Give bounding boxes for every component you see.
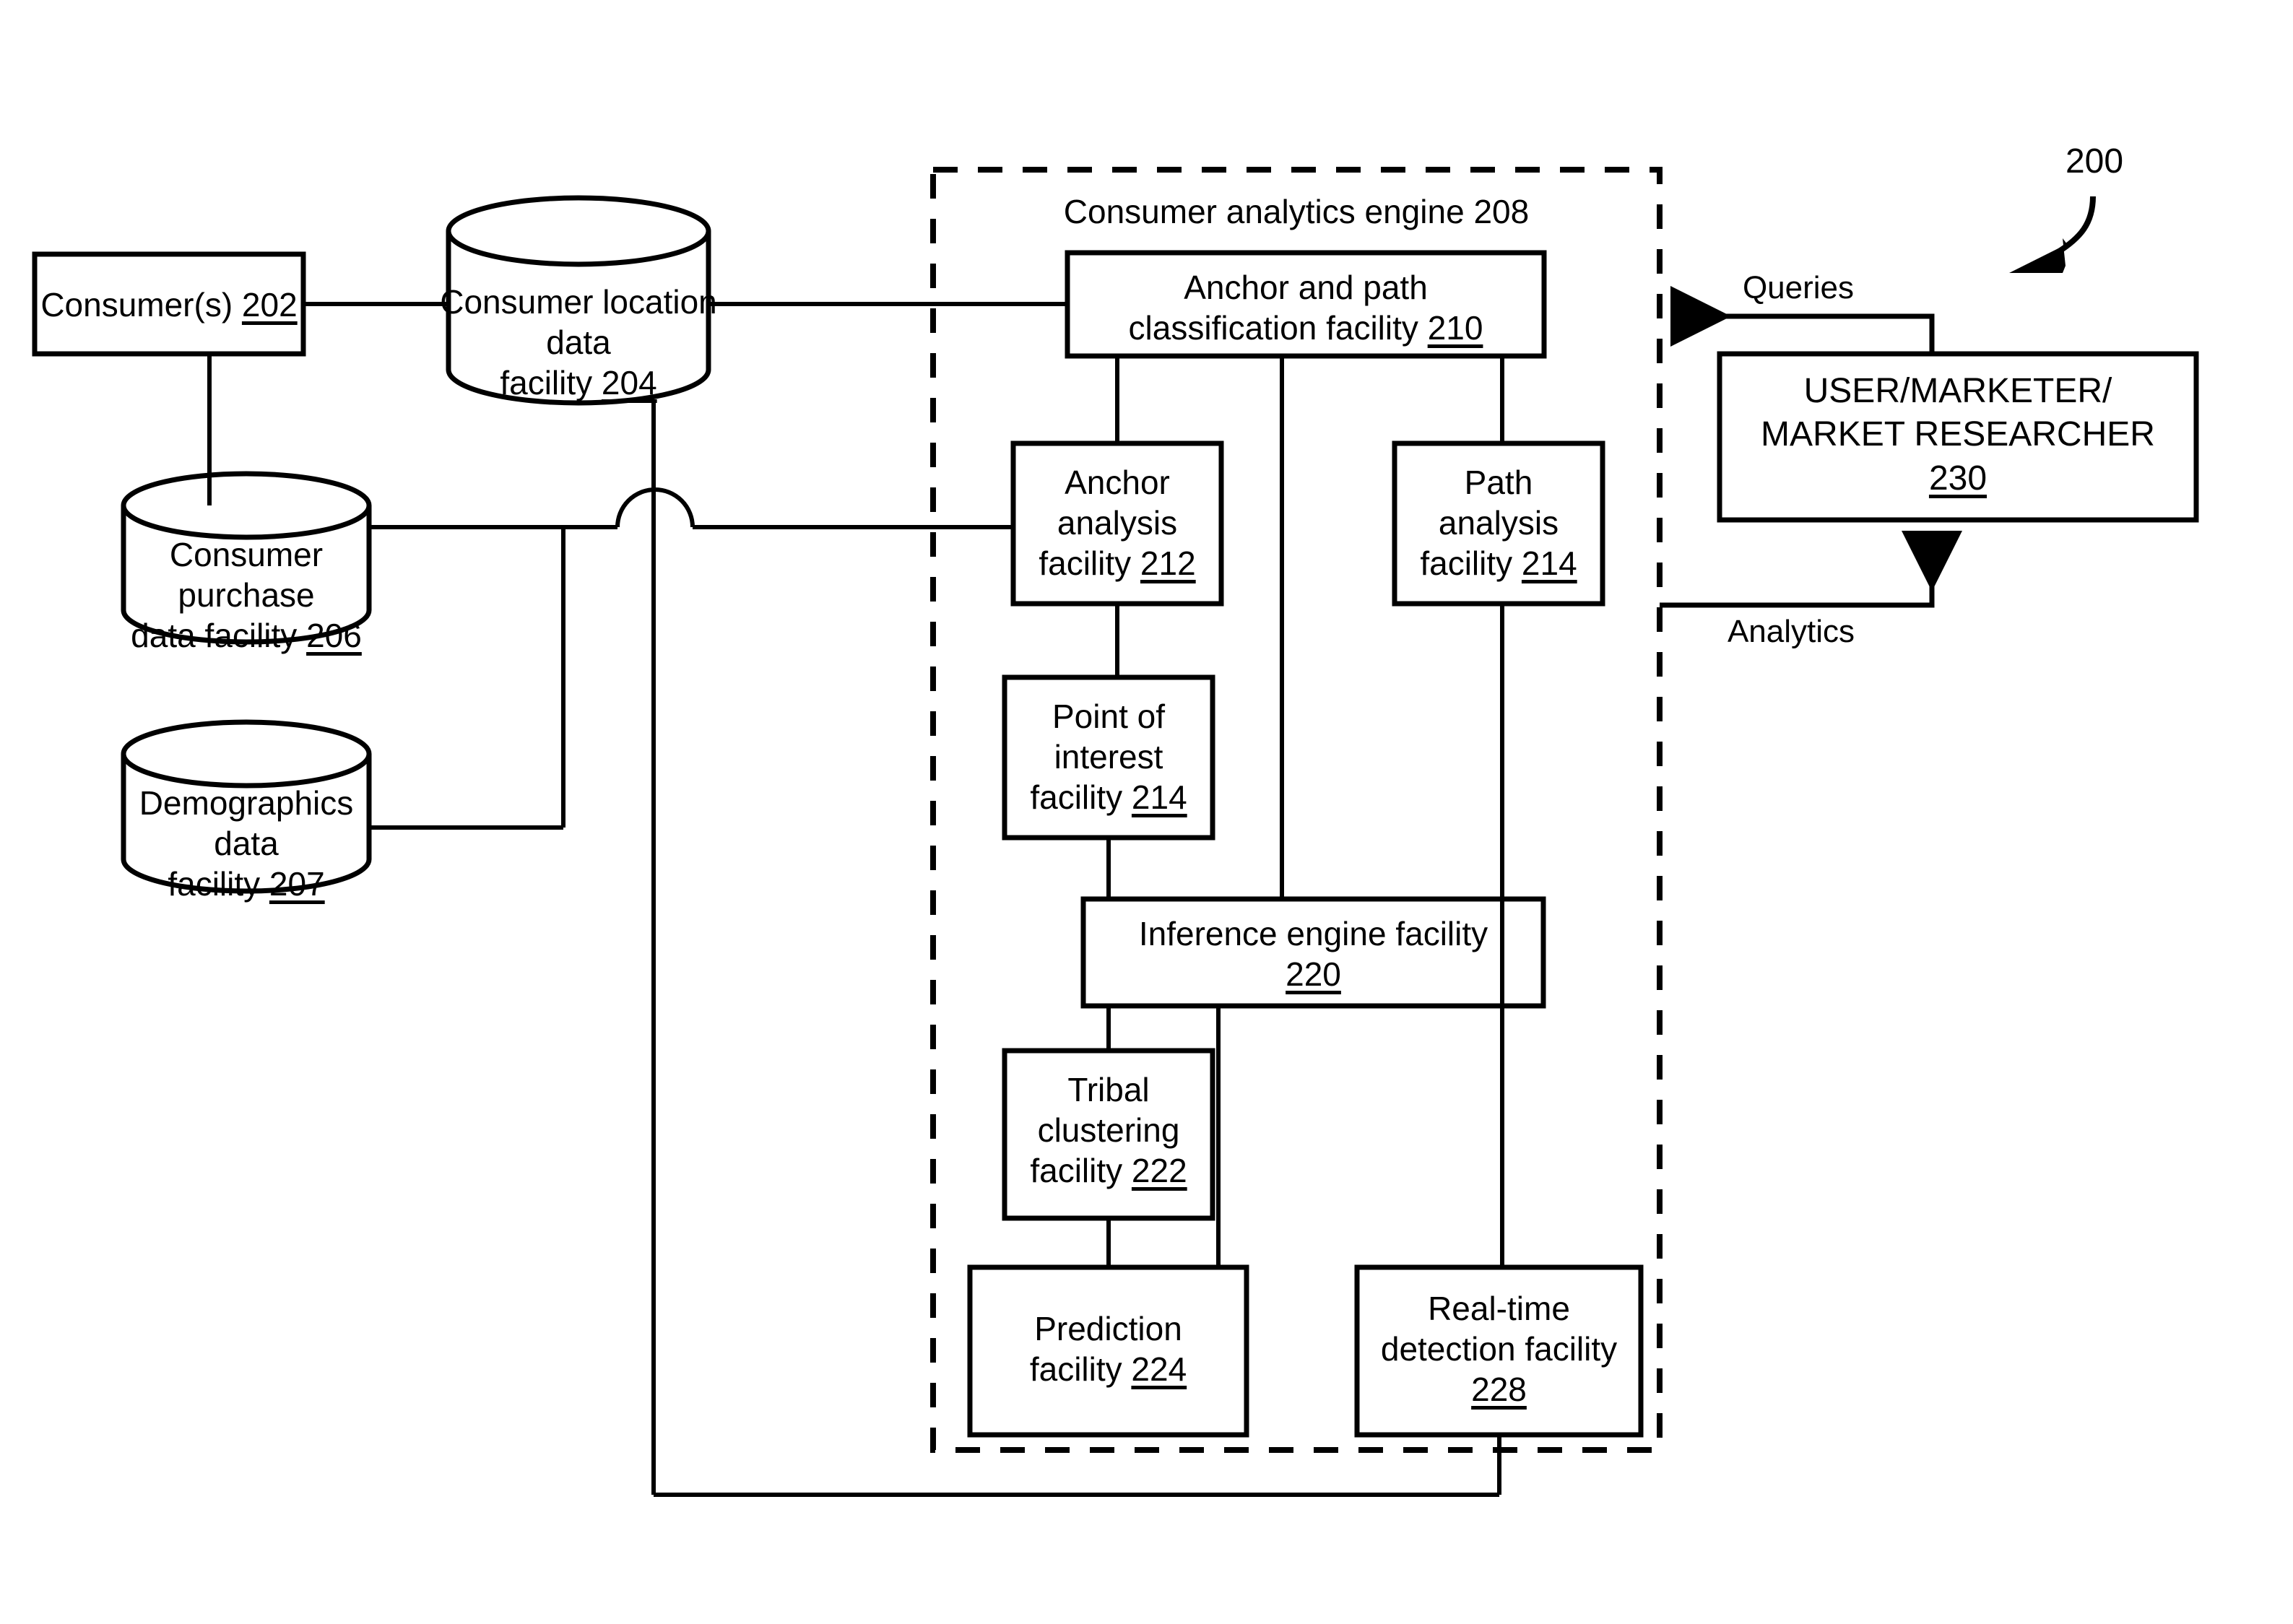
tribal-clustering-box [1002,1048,1215,1221]
consumers-box [32,251,306,357]
patent-figure-200: Consumer analytics engine 208 Consumer(s… [0,0,2293,1624]
figure-ref-arrowhead [2009,238,2067,273]
realtime-detection-box [1354,1264,1644,1438]
path-analysis-box [1392,440,1605,607]
demographics-data-cylinder [121,719,372,894]
edge-analytics [1660,531,1962,608]
figure-ref-leader [2055,196,2096,256]
point-of-interest-box [1002,674,1215,841]
inference-engine-box [1080,896,1546,1009]
consumer-location-data-cylinder [446,195,711,406]
anchor-path-classification-box [1065,250,1547,359]
edge-queries [1670,286,1935,354]
consumer-purchase-data-cylinder [121,471,372,645]
diagram-canvas [32,167,2199,1497]
prediction-box [967,1264,1249,1438]
anchor-analysis-box [1010,440,1224,607]
user-marketer-box [1717,351,2199,523]
